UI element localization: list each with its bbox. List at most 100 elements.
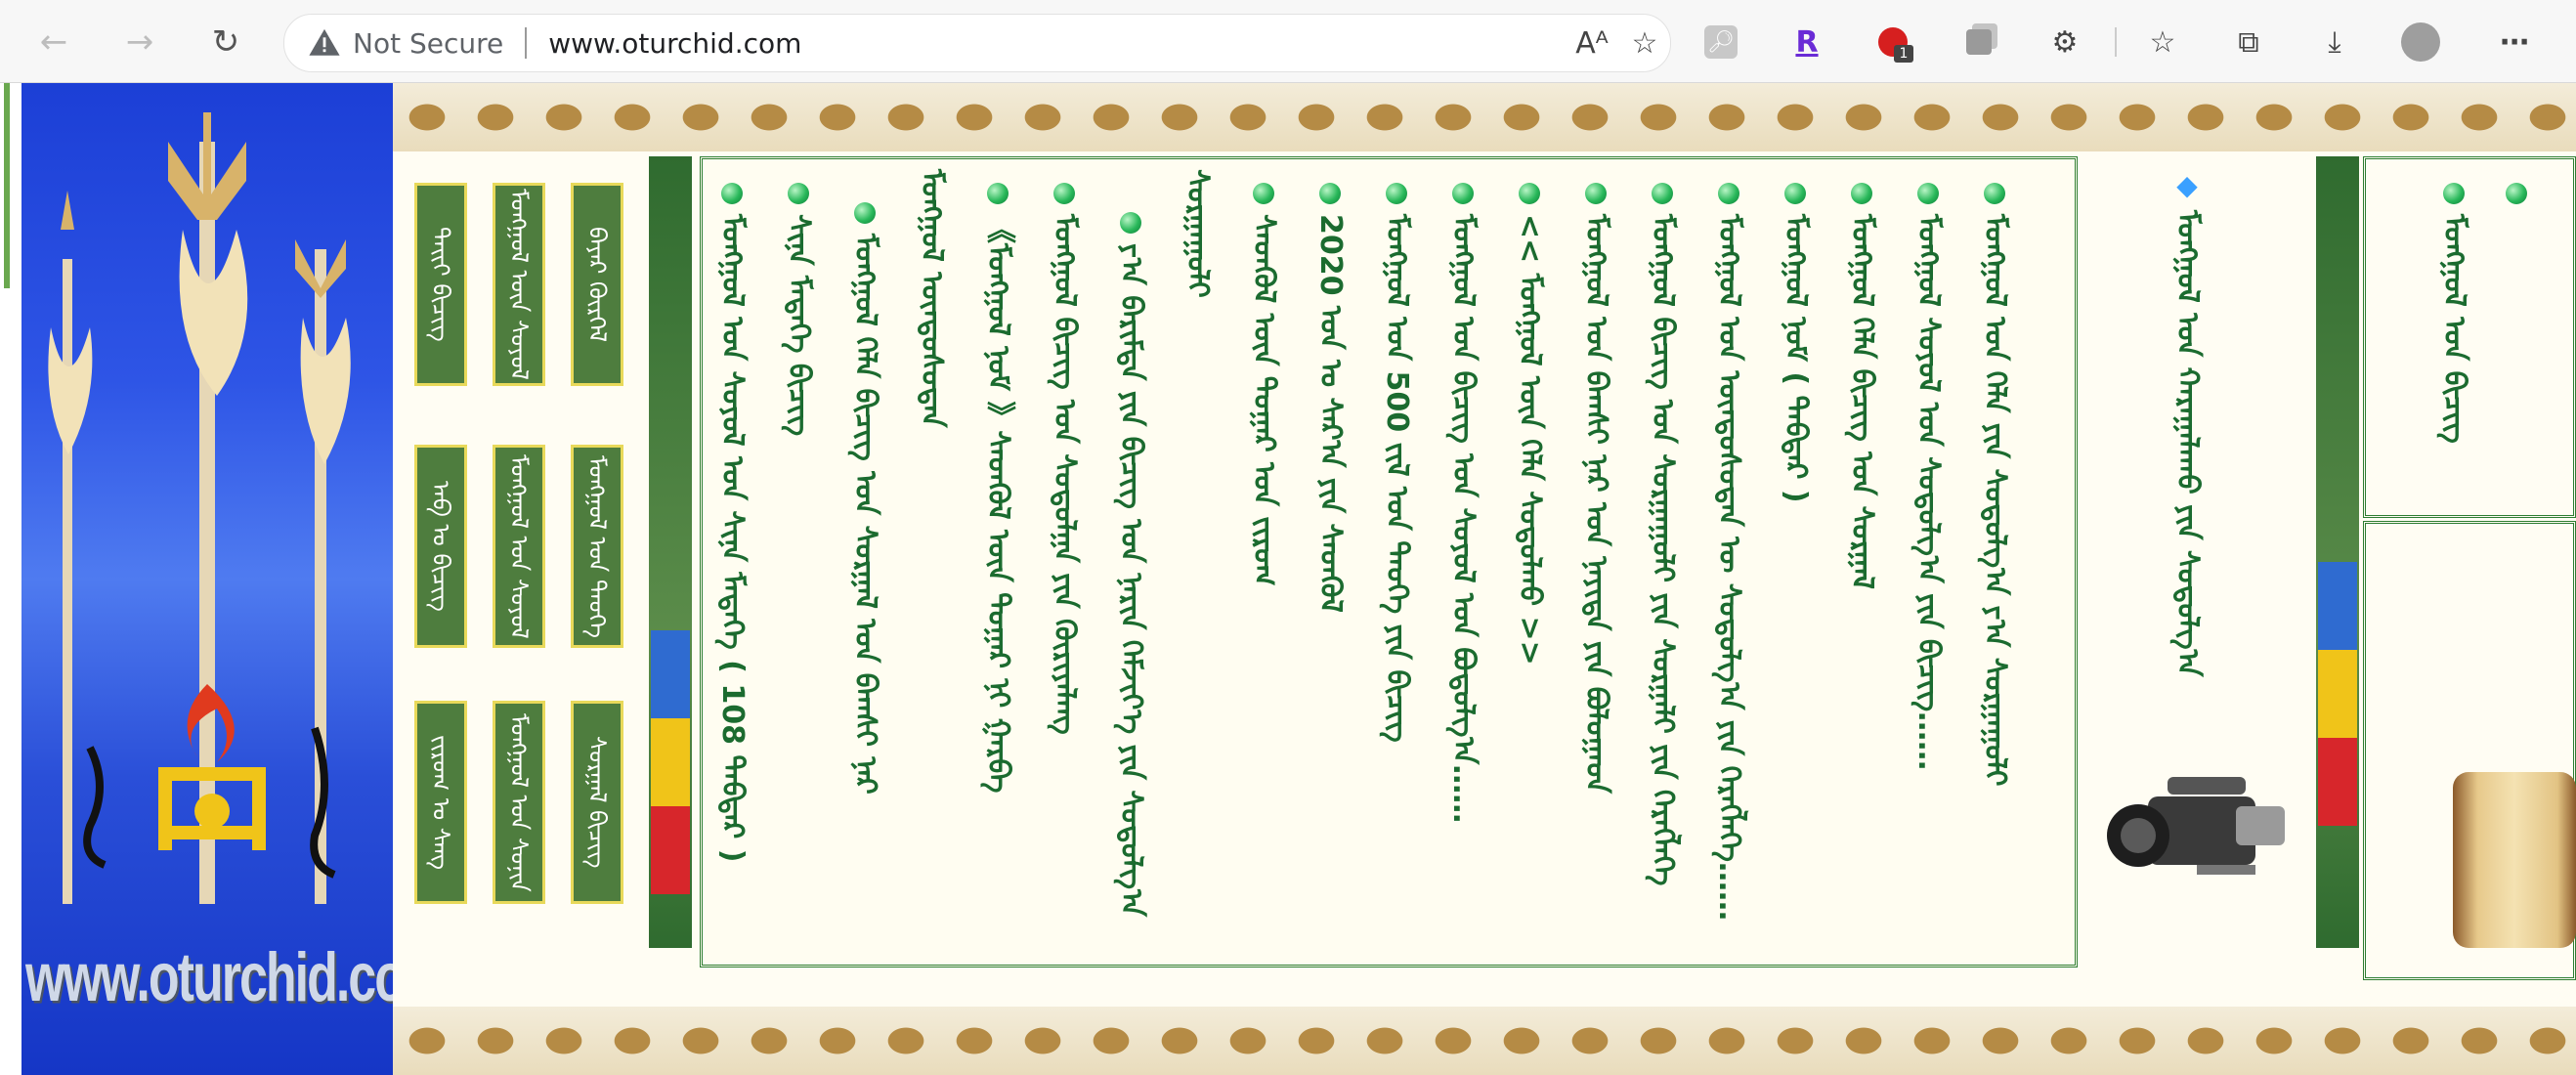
news-item[interactable]: ᠮᠣᠩᠭᠣᠯ ᠤᠨ ᠪᠢᠴᠢᠭ xyxy=(2434,183,2473,444)
news-item[interactable]: ᠰᠢᠨᠡ ᠮᠡᠳᠡᠭᠡ ᠪᠢᠴᠢᠭ xyxy=(779,183,818,436)
green-bullet-icon xyxy=(1386,183,1407,204)
video-section[interactable]: ◆ ᠮᠣᠩᠭᠣᠯ ᠤᠨ ᠬᠠᠷᠠᠭᠠᠯᠠᠬᠤ ᠶᠢᠨ ᠰᠤᠳᠤᠯᠭ᠎ᠠ xyxy=(2164,171,2211,757)
address-bar[interactable]: Not Secure www.oturchid.com Aᴬ ☆ xyxy=(283,14,1671,72)
green-bullet-icon xyxy=(2443,183,2465,204)
news-item-text[interactable]: ᠮᠣᠩᠭᠣᠯ ᠤᠨ ᠰᠣᠶᠣᠯ ᠤᠨ ᠰᠢᠨᠡ ᠮᠡᠳᠡᠭᠡ ( 108 ᠳᠡᠪ… xyxy=(712,214,751,862)
news-item-text[interactable]: 2020 ᠣᠨ ᠤ ᠰᠠᠷ᠎ᠠ ᠶᠢᠨ ᠰᠡᠳᠭᠦᠯ xyxy=(1310,214,1350,613)
menu-item-8[interactable]: ᠮᠣᠩᠭᠣᠯ ᠤᠨ ᠰᠣᠨᠢᠨ xyxy=(493,701,545,904)
news-item[interactable]: << ᠮᠣᠩᠭᠣᠯ ᠦᠨ ᠬᠡᠯᠡ ᠰᠤᠳᠤᠯᠬᠤ >> xyxy=(1510,183,1549,666)
parchment-scroll-image[interactable] xyxy=(2453,772,2576,948)
news-item[interactable]: ᠮᠣᠩᠭᠣᠯ ᠤᠨ 500 ᠵᠢᠯ ᠤᠨ ᠲᠡᠦᠬᠡ ᠶᠢᠨ ᠪᠢᠴᠢᠭ xyxy=(1377,183,1416,743)
ornament-border-top xyxy=(393,83,2576,151)
flag-stripe-red xyxy=(2318,738,2357,826)
green-bullet-icon xyxy=(1253,183,1274,204)
diamond-icon: ◆ xyxy=(2176,169,2198,201)
page-content: www.oturchid.com ᠪᠠᠶᠠᠷ ᠬᠦᠷᠭᠡᠯ ᠮᠣᠩᠭᠣᠯ ᠦᠨ … xyxy=(0,83,2576,1075)
news-item[interactable]: ᠮᠣᠩᠭᠣᠯ ᠤᠨ ᠦᠨᠳᠦᠰᠦᠲᠡᠨ ᠦ ᠰᠤᠳᠤᠯᠭ᠎ᠠ ᠶᠢᠨ ᠬᠡᠷᠡᠭ… xyxy=(1709,183,1748,921)
profile-avatar-icon[interactable] xyxy=(2398,20,2443,64)
news-item[interactable]: ᠮᠣᠩᠭᠣᠯ ᠪᠢᠴᠢᠭ ᠤᠨ ᠰᠤᠷᠭᠠᠭᠤᠯᠢ ᠶᠢᠨ ᠰᠤᠷᠭᠠᠯᠢ ᠶᠢ… xyxy=(1643,183,1682,885)
green-bullet-icon xyxy=(788,183,809,204)
news-item-text[interactable]: ᠶ᠎ᠠ ᠪᠠᠷᠢᠮᠲᠠ ᠶᠢᠨ ᠪᠢᠴᠢᠭ ᠤᠨ ᠨᠠᠷᠢᠨ ᠬᠡᠮᠵᠢᠶ᠎ᠡ … xyxy=(1111,243,1150,917)
address-divider xyxy=(525,27,528,59)
menu-item-2[interactable]: ᠮᠣᠩᠭᠣᠯ ᠦᠨ ᠰᠣᠶᠣᠯ xyxy=(493,183,545,386)
favorites-icon[interactable]: ☆ xyxy=(2140,20,2185,64)
green-bullet-icon xyxy=(1917,183,1939,204)
flag-stripe-red xyxy=(651,806,690,894)
menu-item-5[interactable]: ᠮᠣᠩᠭᠣᠯ ᠤᠨ ᠰᠣᠶᠣᠯ xyxy=(493,445,545,648)
menu-item-1[interactable]: ᠪᠠᠶᠠᠷ ᠬᠦᠷᠭᠡᠯ xyxy=(571,183,623,386)
news-item[interactable]: ᠮᠣᠩᠭᠣᠯ ᠪᠢᠴᠢᠭ ᠤᠨ ᠰᠤᠳᠤᠯᠭᠠ ᠶᠢᠨ ᠬᠦᠷᠢᠶᠡᠯᠡᠩ xyxy=(1045,183,1084,735)
news-item[interactable]: ᠮᠣᠩᠭᠣᠯ ᠬᠡᠯᠡ ᠪᠢᠴᠢᠭ ᠤᠨ ᠰᠤᠷᠭᠠᠯ xyxy=(1842,183,1881,589)
green-bullet-icon xyxy=(1718,183,1739,204)
news-item-text[interactable]: ᠮᠣᠩᠭᠣᠯ ᠬᠡᠯᠡ ᠪᠢᠴᠢᠭ ᠤᠨ ᠰᠤᠷᠭᠠᠯ ᠤᠨ ᠪᠠᠭᠰᠢ ᠨᠠᠷ xyxy=(845,234,884,795)
menu-item-4[interactable]: ᠮᠣᠩᠭᠣᠯ ᠤᠨ ᠲᠡᠦᠬᠡ xyxy=(571,445,623,648)
news-item[interactable]: ᠮᠣᠩᠭᠣᠯ ᠤᠨ ᠪᠢᠴᠢᠭ ᠤᠨ ᠰᠣᠶᠣᠯ ᠤᠨ ᠪᠣᠳᠣᠯᠭ᠎ᠠ…… xyxy=(1443,183,1482,823)
news-item-text[interactable]: ᠮᠣᠩᠭᠣᠯ ᠰᠣᠶᠣᠯ ᠤᠨ ᠰᠤᠳᠤᠯᠭ᠎ᠠ ᠶᠢᠨ ᠪᠢᠴᠢᠭ…… xyxy=(1909,214,1948,770)
news-item[interactable]: ᠮᠣᠩᠭᠣᠯ ᠰᠣᠶᠣᠯ ᠤᠨ ᠰᠤᠳᠤᠯᠭ᠎ᠠ ᠶᠢᠨ ᠪᠢᠴᠢᠭ…… xyxy=(1909,183,1948,770)
news-item[interactable] xyxy=(2497,183,2536,204)
news-item-text[interactable]: ᠮᠣᠩᠭᠣᠯ ᠤᠨ 500 ᠵᠢᠯ ᠤᠨ ᠲᠡᠦᠬᠡ ᠶᠢᠨ ᠪᠢᠴᠢᠭ xyxy=(1377,214,1416,743)
news-item-text[interactable]: ᠰᠢᠨᠡ ᠮᠡᠳᠡᠭᠡ ᠪᠢᠴᠢᠭ xyxy=(779,214,818,436)
collections-icon[interactable]: ⧉ xyxy=(2226,20,2271,64)
downloads-icon[interactable]: ⤓ xyxy=(2312,20,2357,64)
news-item-text[interactable]: ᠮᠣᠩᠭᠣᠯ ᠪᠢᠴᠢᠭ ᠤᠨ ᠰᠤᠳᠤᠯᠭᠠ ᠶᠢᠨ ᠬᠦᠷᠢᠶᠡᠯᠡᠩ xyxy=(1045,214,1084,735)
more-menu-icon[interactable]: ⋯ xyxy=(2492,20,2537,64)
menu-item-label: ᠠᠪ ᠤ ᠪᠢᠴᠢᠭ xyxy=(427,481,454,612)
news-item-text[interactable]: ᠮᠣᠩᠭᠣᠯ ᠬᠡᠯᠡ ᠪᠢᠴᠢᠭ ᠤᠨ ᠰᠤᠷᠭᠠᠯ xyxy=(1842,214,1881,589)
news-item-text[interactable]: 《ᠮᠣᠩᠭᠣᠯ ᠨᠤᠮ 》ᠰᠡᠳᠭᠦᠯ ᠦᠨ ᠳᠤᠭᠠᠷ ᠨᠢ ᠭᠠᠷᠪᠠ xyxy=(978,214,1017,793)
news-item-text[interactable]: ᠮᠣᠩᠭᠣᠯ ᠤᠨ ᠪᠢᠴᠢᠭ xyxy=(2434,214,2473,444)
forward-arrow-icon[interactable]: → xyxy=(115,18,164,66)
green-bullet-icon xyxy=(1652,183,1673,204)
news-item[interactable]: ᠮᠣᠩᠭᠣᠯ ᠨᠤᠮ ( ᠳᠡᠪᠲᠡᠷ ) xyxy=(1776,183,1815,503)
url-text[interactable]: www.oturchid.com xyxy=(548,27,801,60)
news-item-text[interactable]: ᠰᠡᠳᠭᠦᠯ ᠦᠨ ᠳᠤᠭᠠᠷ ᠤᠨ ᠵᠢᠷᠤᠭ xyxy=(1244,214,1283,586)
news-item[interactable]: ᠮᠣᠩᠭᠣᠯ ᠤᠨ ᠰᠣᠶᠣᠯ ᠤᠨ ᠰᠢᠨᠡ ᠮᠡᠳᠡᠭᠡ ( 108 ᠳᠡᠪ… xyxy=(712,183,751,862)
extension-grey-icon[interactable]: 🔎︎ xyxy=(1698,20,1743,64)
news-item[interactable]: ᠶ᠎ᠠ ᠪᠠᠷᠢᠮᠲᠠ ᠶᠢᠨ ᠪᠢᠴᠢᠭ ᠤᠨ ᠨᠠᠷᠢᠨ ᠬᠡᠮᠵᠢᠶ᠎ᠡ … xyxy=(1111,212,1150,917)
video-camera-icon[interactable] xyxy=(2099,757,2295,904)
menu-item-3[interactable]: ᠲᠡᠢᠢ ᠪᠢᠴᠢᠭ xyxy=(414,183,467,386)
news-item-text[interactable]: ᠮᠣᠩᠭᠣᠯ ᠤᠨ ᠬᠡᠯᠡ ᠶᠢᠨ ᠰᠤᠳᠤᠯᠭ᠎ᠠ ᠶ᠎ᠠ ᠰᠤᠷᠭᠠᠭᠤᠯ… xyxy=(1975,214,2014,787)
menu-item-label: ᠵᠢᠷᠤᠭ ᠤ ᠰᠠᠩ xyxy=(427,734,454,871)
collections-extension-icon[interactable] xyxy=(1956,20,2001,64)
green-bullet-icon xyxy=(1784,183,1806,204)
left-frame-scrollbar[interactable] xyxy=(4,83,10,288)
news-item[interactable]: ᠰᠤᠷᠭᠠᠭᠤᠯᠢ xyxy=(1178,159,1217,298)
news-item-text[interactable]: << ᠮᠣᠩᠭᠣᠯ ᠦᠨ ᠬᠡᠯᠡ ᠰᠤᠳᠤᠯᠬᠤ >> xyxy=(1510,214,1549,666)
news-item-text[interactable]: ᠮᠣᠩᠭᠣᠯ ᠤᠨ ᠪᠢᠴᠢᠭ ᠤᠨ ᠰᠣᠶᠣᠯ ᠤᠨ ᠪᠣᠳᠣᠯᠭ᠎ᠠ…… xyxy=(1443,214,1482,823)
back-arrow-icon[interactable]: ← xyxy=(29,18,78,66)
news-item-text[interactable]: ᠮᠣᠩᠭᠣᠯ ᠪᠢᠴᠢᠭ ᠤᠨ ᠰᠤᠷᠭᠠᠭᠤᠯᠢ ᠶᠢᠨ ᠰᠤᠷᠭᠠᠯᠢ ᠶᠢ… xyxy=(1643,214,1682,885)
flag-stripe-yellow xyxy=(2318,650,2357,738)
menu-item-9[interactable]: ᠵᠢᠷᠤᠭ ᠤ ᠰᠠᠩ xyxy=(414,701,467,904)
r-extension-icon[interactable]: R xyxy=(1784,20,1829,64)
extensions-puzzle-icon[interactable]: ⚙ xyxy=(2042,20,2087,64)
news-item[interactable]: ᠰᠡᠳᠭᠦᠯ ᠦᠨ ᠳᠤᠭᠠᠷ ᠤᠨ ᠵᠢᠷᠤᠭ xyxy=(1244,183,1283,586)
security-label[interactable]: Not Secure xyxy=(353,27,503,60)
news-item[interactable]: ᠮᠣᠩᠭᠣᠯ ᠤᠨ ᠬᠡᠯᠡ ᠶᠢᠨ ᠰᠤᠳᠤᠯᠭ᠎ᠠ ᠶ᠎ᠠ ᠰᠤᠷᠭᠠᠭᠤᠯ… xyxy=(1975,183,2014,787)
video-section-title[interactable]: ᠮᠣᠩᠭᠣᠯ ᠤᠨ ᠬᠠᠷᠠᠭᠠᠯᠠᠬᠤ ᠶᠢᠨ ᠰᠤᠳᠤᠯᠭ᠎ᠠ xyxy=(2168,210,2207,677)
news-item[interactable]: ᠮᠣᠩᠭᠣᠯ ᠤᠨ ᠪᠠᠭᠰᠢ ᠨᠠᠷ ᠤᠨ ᠨᠡᠶᠢᠲᠡ ᠶᠢᠨ ᠪᠤᠯᠤᠭᠠ… xyxy=(1576,183,1615,794)
flag-stripe-blue xyxy=(651,630,690,718)
green-bullet-icon xyxy=(854,202,876,224)
green-bullet-icon xyxy=(1120,212,1141,234)
news-item-text[interactable]: ᠰᠤᠷᠭᠠᠭᠤᠯᠢ xyxy=(1178,169,1217,298)
news-item[interactable]: ᠮᠣᠩᠭᠣᠯ ᠦᠨᠳᠦᠰᠦᠲᠡᠨ xyxy=(912,159,951,428)
read-aloud-icon[interactable]: Aᴬ xyxy=(1572,23,1611,63)
menu-item-label: ᠮᠣᠩᠭᠣᠯ ᠦᠨ ᠰᠣᠶᠣᠯ xyxy=(505,189,533,380)
news-item[interactable]: ᠮᠣᠩᠭᠣᠯ ᠬᠡᠯᠡ ᠪᠢᠴᠢᠭ ᠤᠨ ᠰᠤᠷᠭᠠᠯ ᠤᠨ ᠪᠠᠭᠰᠢ ᠨᠠᠷ xyxy=(845,202,884,795)
add-favorite-icon[interactable]: ☆ xyxy=(1625,23,1664,63)
news-item-text[interactable]: ᠮᠣᠩᠭᠣᠯ ᠤᠨ ᠪᠠᠭᠰᠢ ᠨᠠᠷ ᠤᠨ ᠨᠡᠶᠢᠲᠡ ᠶᠢᠨ ᠪᠤᠯᠤᠭᠠ… xyxy=(1576,214,1615,794)
news-item-text[interactable]: ᠮᠣᠩᠭᠣᠯ ᠤᠨ ᠦᠨᠳᠦᠰᠦᠲᠡᠨ ᠦ ᠰᠤᠳᠤᠯᠭ᠎ᠠ ᠶᠢᠨ ᠬᠡᠷᠡᠭ… xyxy=(1709,214,1748,921)
news-item[interactable]: 《ᠮᠣᠩᠭᠣᠯ ᠨᠤᠮ 》ᠰᠡᠳᠭᠦᠯ ᠦᠨ ᠳᠤᠭᠠᠷ ᠨᠢ ᠭᠠᠷᠪᠠ xyxy=(978,183,1017,793)
green-bullet-icon xyxy=(1452,183,1474,204)
menu-item-6[interactable]: ᠠᠪ ᠤ ᠪᠢᠴᠢᠭ xyxy=(414,445,467,648)
green-bullet-icon xyxy=(1984,183,2005,204)
news-item[interactable]: 2020 ᠣᠨ ᠤ ᠰᠠᠷ᠎ᠠ ᠶᠢᠨ ᠰᠡᠳᠭᠦᠯ xyxy=(1310,183,1350,613)
news-item-text[interactable]: ᠮᠣᠩᠭᠣᠯ ᠨᠤᠮ ( ᠳᠡᠪᠲᠡᠷ ) xyxy=(1776,214,1815,503)
news-item-text[interactable]: ᠮᠣᠩᠭᠣᠯ ᠦᠨᠳᠦᠰᠦᠲᠡᠨ xyxy=(912,169,951,428)
adblock-extension-icon[interactable]: 1 xyxy=(1870,20,1915,64)
left-frame-edge xyxy=(0,83,18,1075)
menu-item-7[interactable]: ᠰᠤᠷᠭᠠᠯ ᠪᠢᠴᠢᠭ xyxy=(571,701,623,904)
reload-icon[interactable]: ↻ xyxy=(201,18,250,66)
site-logo-text: www.oturchid.com xyxy=(25,939,393,1017)
